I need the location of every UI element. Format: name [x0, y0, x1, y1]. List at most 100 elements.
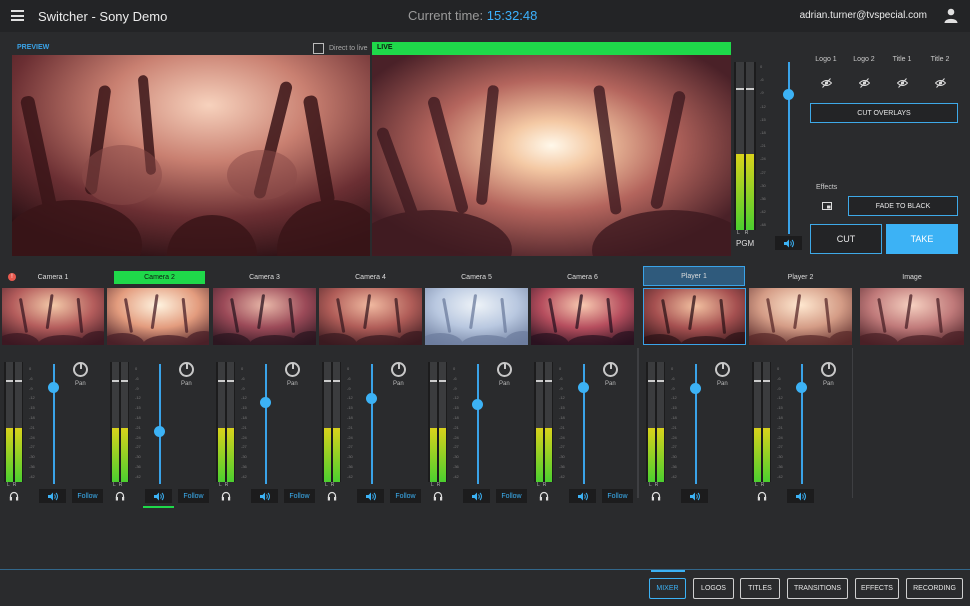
- pan-knob[interactable]: [179, 362, 194, 377]
- pan-knob[interactable]: [603, 362, 618, 377]
- source-label-text: Camera 5: [461, 274, 492, 281]
- channel-fader-thumb[interactable]: [48, 382, 59, 393]
- follow-button[interactable]: Follow: [602, 489, 633, 503]
- source-label[interactable]: Camera 5: [425, 271, 528, 284]
- eye-hidden-icon[interactable]: [935, 78, 946, 88]
- pan-knob[interactable]: [285, 362, 300, 377]
- tab-recording[interactable]: RECORDING: [906, 578, 963, 599]
- source-label-text: Camera 1: [37, 274, 69, 281]
- channel-mute-button[interactable]: [357, 489, 384, 503]
- channel-fader-thumb[interactable]: [578, 382, 589, 393]
- cut-overlays-button[interactable]: CUT OVERLAYS: [810, 103, 958, 123]
- channel-db-tick: 0: [241, 366, 244, 371]
- source-label[interactable]: Camera 2: [114, 271, 205, 284]
- direct-to-live-checkbox[interactable]: [313, 43, 324, 54]
- thumbnail-image: [319, 288, 422, 345]
- headphones-icon[interactable]: [757, 491, 767, 501]
- channel-mute-button[interactable]: [569, 489, 596, 503]
- channel-fader-track[interactable]: [265, 364, 267, 484]
- channel-mute-button[interactable]: [39, 489, 66, 503]
- follow-button[interactable]: Follow: [284, 489, 315, 503]
- pan-knob[interactable]: [497, 362, 512, 377]
- tab-effects[interactable]: EFFECTS: [855, 578, 899, 599]
- source-thumbnail[interactable]: [213, 288, 316, 345]
- effects-icon[interactable]: [822, 202, 832, 210]
- source-thumbnail[interactable]: [425, 288, 528, 345]
- channel-meter-right: [439, 362, 446, 482]
- channel-fader-track[interactable]: [159, 364, 161, 484]
- tab-transitions[interactable]: TRANSITIONS: [787, 578, 848, 599]
- channel-fader-track[interactable]: [371, 364, 373, 484]
- user-icon[interactable]: [944, 8, 958, 23]
- headphones-icon[interactable]: [9, 491, 19, 501]
- take-button[interactable]: TAKE: [886, 224, 958, 254]
- channel-db-tick: -42: [777, 473, 783, 479]
- eye-hidden-icon[interactable]: [821, 78, 832, 88]
- channel-db-tick: -30: [671, 454, 677, 460]
- follow-button[interactable]: Follow: [496, 489, 527, 503]
- channel-fader-thumb[interactable]: [796, 382, 807, 393]
- user-email: adrian.turner@tvspecial.com: [799, 10, 927, 21]
- channel-db-tick: -42: [347, 473, 353, 479]
- preview-monitor: [12, 55, 370, 256]
- eye-hidden-icon[interactable]: [897, 78, 908, 88]
- channel-mute-button[interactable]: [251, 489, 278, 503]
- source-label[interactable]: Image: [860, 271, 964, 284]
- headphones-icon[interactable]: [115, 491, 125, 501]
- channel-fader-thumb[interactable]: [154, 426, 165, 437]
- headphones-icon[interactable]: [221, 491, 231, 501]
- source-label[interactable]: Player 2: [749, 271, 852, 284]
- follow-button[interactable]: Follow: [178, 489, 209, 503]
- channel-fader-thumb[interactable]: [690, 383, 701, 394]
- channel-mute-button[interactable]: [145, 489, 172, 503]
- headphones-icon[interactable]: [327, 491, 337, 501]
- channel-db-tick: -27: [671, 444, 677, 450]
- source-thumbnail[interactable]: [643, 288, 746, 345]
- channel-db-tick: -9: [777, 385, 781, 391]
- pan-knob[interactable]: [391, 362, 406, 377]
- pgm-db-tick: -6: [760, 77, 764, 83]
- source-label[interactable]: Camera 6: [531, 271, 634, 284]
- channel-mute-button[interactable]: [787, 489, 814, 503]
- channel-fader-track[interactable]: [477, 364, 479, 484]
- channel-fader-track[interactable]: [695, 364, 697, 484]
- headphones-icon[interactable]: [433, 491, 443, 501]
- source-thumbnail[interactable]: [107, 288, 209, 345]
- pan-knob[interactable]: [73, 362, 88, 377]
- source-label[interactable]: Camera 3: [213, 271, 316, 284]
- follow-button[interactable]: Follow: [72, 489, 103, 503]
- pgm-fader-track[interactable]: [788, 62, 790, 234]
- channel-fader-thumb[interactable]: [472, 399, 483, 410]
- source-thumbnail[interactable]: [749, 288, 852, 345]
- tab-titles[interactable]: TITLES: [740, 578, 780, 599]
- menu-icon[interactable]: [11, 10, 24, 21]
- channel-mute-button[interactable]: [681, 489, 708, 503]
- pan-knob[interactable]: [715, 362, 730, 377]
- channel-meter: [216, 362, 235, 482]
- cut-button[interactable]: CUT: [810, 224, 882, 254]
- channel-mute-button[interactable]: [463, 489, 490, 503]
- speaker-icon: [47, 492, 58, 500]
- headphones-icon[interactable]: [651, 491, 661, 501]
- channel-fader-thumb[interactable]: [260, 397, 271, 408]
- tab-mixer[interactable]: MIXER: [649, 578, 686, 599]
- source-thumbnail[interactable]: [319, 288, 422, 345]
- live-image: [372, 55, 731, 256]
- source-thumbnail[interactable]: [860, 288, 964, 345]
- channel-db-tick: -42: [29, 473, 35, 479]
- headphones-icon[interactable]: [539, 491, 549, 501]
- pgm-mute-button[interactable]: [775, 236, 802, 250]
- follow-button[interactable]: Follow: [390, 489, 421, 503]
- fade-to-black-button[interactable]: FADE TO BLACK: [848, 196, 958, 216]
- source-thumbnail[interactable]: [531, 288, 634, 345]
- source-label[interactable]: Player 1: [643, 266, 745, 286]
- channel-db-scale: 0 -6 -9 -12 -15 -18 -21 -24 -27 -30 -36 -42: [671, 364, 677, 482]
- eye-hidden-icon[interactable]: [859, 78, 870, 88]
- pan-knob[interactable]: [821, 362, 836, 377]
- channel-fader-thumb[interactable]: [366, 393, 377, 404]
- source-thumbnail[interactable]: [2, 288, 104, 345]
- source-label[interactable]: Camera 4: [319, 271, 422, 284]
- pgm-fader-thumb[interactable]: [783, 89, 794, 100]
- source-label[interactable]: Camera 1: [2, 271, 104, 284]
- tab-logos[interactable]: LOGOS: [693, 578, 734, 599]
